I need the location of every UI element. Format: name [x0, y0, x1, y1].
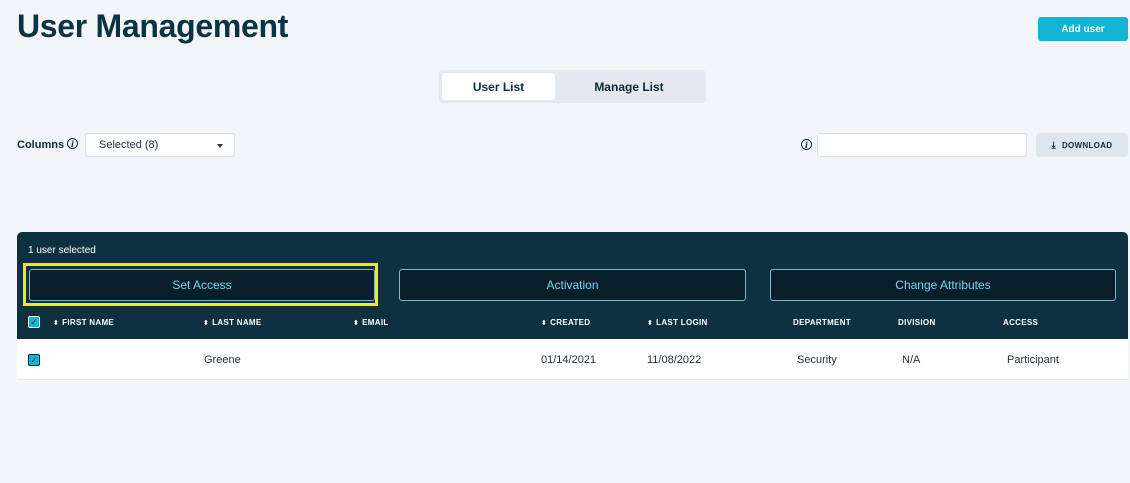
- cell-access: Participant: [1007, 354, 1059, 366]
- download-button[interactable]: ⤓ DOWNLOAD: [1036, 133, 1128, 157]
- cell-division: N/A: [902, 354, 921, 366]
- tab-manage-list[interactable]: Manage List: [555, 73, 703, 100]
- column-header-email[interactable]: ⬍ EMAIL: [353, 318, 389, 327]
- info-icon[interactable]: i: [801, 139, 812, 150]
- sort-icon: ⬍: [647, 320, 654, 327]
- table-row[interactable]: ✓ Greene 01/14/2021 11/08/2022 Security …: [17, 339, 1128, 380]
- column-header-department: DEPARTMENT: [793, 318, 851, 327]
- add-user-button[interactable]: Add user: [1038, 17, 1128, 41]
- view-tabs: User List Manage List: [439, 70, 706, 103]
- select-all-checkbox[interactable]: ✓: [28, 316, 40, 328]
- sort-icon: ⬍: [353, 320, 360, 327]
- sort-icon: ⬍: [53, 320, 60, 327]
- column-header-first-name[interactable]: ⬍ FIRST NAME: [53, 318, 114, 327]
- selection-status: 1 user selected: [28, 245, 96, 256]
- columns-select[interactable]: Selected (8): [85, 133, 235, 157]
- column-header-created[interactable]: ⬍ CREATED: [541, 318, 590, 327]
- page-title: User Management: [17, 8, 289, 44]
- column-header-last-login[interactable]: ⬍ LAST LOGIN: [647, 318, 708, 327]
- download-icon: ⤓: [1051, 139, 1056, 150]
- sort-icon: ⬍: [203, 320, 210, 327]
- column-header-division: DIVISION: [898, 318, 936, 327]
- bulk-actions-panel: 1 user selected Set Access Activation Ch…: [17, 232, 1128, 339]
- cell-last-name: Greene: [204, 354, 241, 366]
- caret-down-icon: [217, 144, 223, 148]
- change-attributes-button[interactable]: Change Attributes: [770, 269, 1116, 301]
- tab-user-list[interactable]: User List: [442, 73, 555, 100]
- cell-created: 01/14/2021: [541, 354, 597, 366]
- info-icon[interactable]: i: [67, 138, 78, 149]
- set-access-button[interactable]: Set Access: [29, 269, 375, 301]
- cell-department: Security: [797, 354, 837, 366]
- cell-last-login: 11/08/2022: [647, 354, 702, 366]
- download-label: DOWNLOAD: [1061, 140, 1113, 150]
- columns-label: Columns: [17, 139, 65, 151]
- column-header-access: ACCESS: [1003, 318, 1039, 327]
- columns-select-value: Selected (8): [99, 139, 159, 151]
- column-header-last-name[interactable]: ⬍ LAST NAME: [203, 318, 262, 327]
- row-checkbox[interactable]: ✓: [28, 354, 40, 366]
- activation-button[interactable]: Activation: [399, 269, 746, 301]
- search-input[interactable]: [817, 133, 1027, 157]
- sort-icon: ⬍: [541, 320, 548, 327]
